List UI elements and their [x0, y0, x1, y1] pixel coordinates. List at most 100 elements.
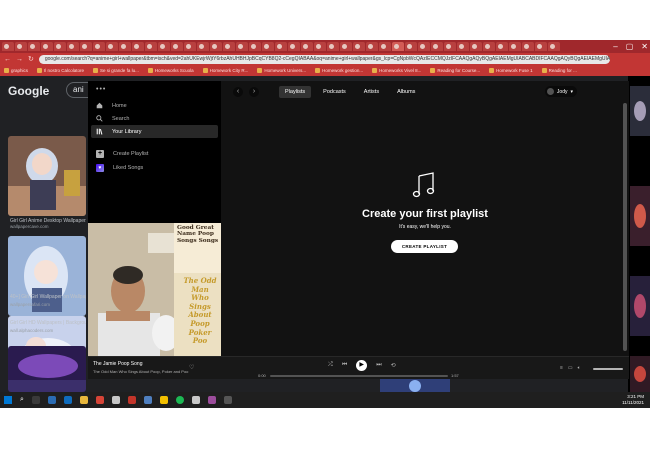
bookmark-item[interactable]: Homework Fuse 1 [489, 68, 533, 73]
back-arrow-icon[interactable]: ‹ [233, 87, 243, 97]
browser-tab[interactable] [548, 42, 560, 51]
browser-tab[interactable] [483, 42, 495, 51]
create-playlist-cta-button[interactable]: CREATE PLAYLIST [391, 240, 458, 253]
browser-tab[interactable] [28, 42, 40, 51]
browser-tab[interactable] [93, 42, 105, 51]
close-icon[interactable]: ✕ [641, 42, 648, 51]
bookmark-item[interactable]: Se si grande fa lu... [93, 68, 139, 73]
windows-start-icon[interactable] [4, 396, 12, 404]
browser-tab-active[interactable] [392, 42, 404, 51]
browser-tab[interactable] [418, 42, 430, 51]
browser-tab[interactable] [431, 42, 443, 51]
browser-tab[interactable] [119, 42, 131, 51]
shuffle-icon[interactable]: ⤮ [328, 362, 333, 369]
play-button[interactable]: ▶ [356, 360, 368, 371]
more-menu-icon[interactable]: ••• [96, 86, 106, 93]
forward-icon[interactable]: → [16, 56, 23, 63]
previous-track-icon[interactable]: ⏮ [342, 362, 347, 369]
browser-tab[interactable] [353, 42, 365, 51]
reload-icon[interactable]: ↻ [28, 55, 34, 63]
next-track-icon[interactable]: ⏭ [376, 362, 381, 369]
browser-tab[interactable] [405, 42, 417, 51]
browser-tab[interactable] [223, 42, 235, 51]
app-icon[interactable] [143, 396, 152, 404]
sidebar-item-home[interactable]: Home [88, 99, 221, 112]
browser-tab[interactable] [2, 42, 14, 51]
browser-tab[interactable] [470, 42, 482, 51]
browser-tab[interactable] [379, 42, 391, 51]
bookmark-item[interactable]: Homeworks Scuola [147, 68, 194, 73]
tab-albums[interactable]: Albums [391, 86, 421, 98]
result-thumb[interactable] [630, 356, 650, 392]
result-thumb[interactable] [630, 276, 650, 336]
browser-tab[interactable] [132, 42, 144, 51]
app-icon[interactable] [223, 396, 232, 404]
bookmark-item[interactable]: Reading for Course... [430, 68, 480, 73]
browser-tab[interactable] [457, 42, 469, 51]
bookmark-item[interactable]: Homeworks Vivel 8... [372, 68, 421, 73]
like-heart-icon[interactable]: ♡ [189, 364, 194, 371]
user-menu-button[interactable]: Jody ▾ [544, 86, 577, 97]
bookmark-item[interactable]: graphics [4, 68, 28, 73]
result-image-4[interactable] [8, 346, 86, 392]
browser-tab[interactable] [197, 42, 209, 51]
tab-artists[interactable]: Artists [358, 86, 385, 98]
result-thumb[interactable] [630, 86, 650, 136]
tab-playlists[interactable]: Playlists [279, 86, 312, 98]
app-icon[interactable] [207, 396, 216, 404]
system-tray-clock[interactable]: 3:21 PM 11/11/2021 [622, 392, 644, 408]
bookmark-item[interactable]: Homework City R... [202, 68, 248, 73]
result-image-1[interactable] [8, 136, 86, 216]
search-icon[interactable]: ⌕ [20, 396, 24, 404]
maximize-icon[interactable]: ▢ [626, 42, 634, 51]
app-icon[interactable] [127, 396, 136, 404]
edge-icon[interactable] [63, 396, 72, 404]
browser-tab[interactable] [106, 42, 118, 51]
liked-songs-button[interactable]: ♥ Liked Songs [88, 161, 221, 174]
tab-podcasts[interactable]: Podcasts [317, 86, 352, 98]
browser-tab[interactable] [327, 42, 339, 51]
app-icon[interactable] [191, 396, 200, 404]
google-logo[interactable]: Google [8, 84, 49, 98]
result-caption[interactable]: Girl Girl HD Wallpapers | Background [10, 320, 86, 326]
back-icon[interactable]: ← [4, 56, 11, 63]
browser-tab[interactable] [496, 42, 508, 51]
browser-tab[interactable] [236, 42, 248, 51]
browser-tab[interactable] [509, 42, 521, 51]
browser-tab[interactable] [275, 42, 287, 51]
result-thumb[interactable] [630, 186, 650, 246]
queue-icon[interactable]: ≡ [560, 365, 563, 371]
address-bar[interactable]: google.com/search?q=anime+girl+wallpaper… [38, 54, 610, 64]
browser-tab[interactable] [262, 42, 274, 51]
create-playlist-button[interactable]: + Create Playlist [88, 147, 221, 160]
bookmark-item[interactable]: Homework Univers... [257, 68, 306, 73]
browser-tab[interactable] [54, 42, 66, 51]
volume-slider[interactable] [593, 368, 623, 370]
bookmark-item[interactable]: Reading for ... [541, 68, 577, 73]
browser-tab[interactable] [366, 42, 378, 51]
browser-tab[interactable] [288, 42, 300, 51]
now-playing-title[interactable]: The Jamie Poop Song [93, 361, 142, 367]
task-view-icon[interactable] [31, 396, 40, 404]
browser-tab[interactable] [301, 42, 313, 51]
browser-tab[interactable] [158, 42, 170, 51]
sidebar-item-your-library[interactable]: Your Library [91, 125, 218, 138]
browser-tab[interactable] [340, 42, 352, 51]
result-caption[interactable]: 40+] Girl Girl Wallpaper on WallpaperSaf… [10, 294, 86, 300]
browser-tab[interactable] [249, 42, 261, 51]
browser-tab[interactable] [210, 42, 222, 51]
app-icon[interactable] [111, 396, 120, 404]
forward-arrow-icon[interactable]: › [249, 87, 259, 97]
browser-tab[interactable] [444, 42, 456, 51]
browser-tab[interactable] [80, 42, 92, 51]
browser-tab[interactable] [67, 42, 79, 51]
sidebar-item-search[interactable]: Search [88, 112, 221, 125]
browser-tab[interactable] [41, 42, 53, 51]
browser-tab[interactable] [145, 42, 157, 51]
repeat-icon[interactable]: ⟲ [391, 362, 396, 369]
browser-tab[interactable] [171, 42, 183, 51]
file-explorer-icon[interactable] [79, 396, 88, 404]
bookmark-item[interactable]: Homework gestion... [315, 68, 363, 73]
app-icon[interactable] [95, 396, 104, 404]
browser-tab[interactable] [314, 42, 326, 51]
